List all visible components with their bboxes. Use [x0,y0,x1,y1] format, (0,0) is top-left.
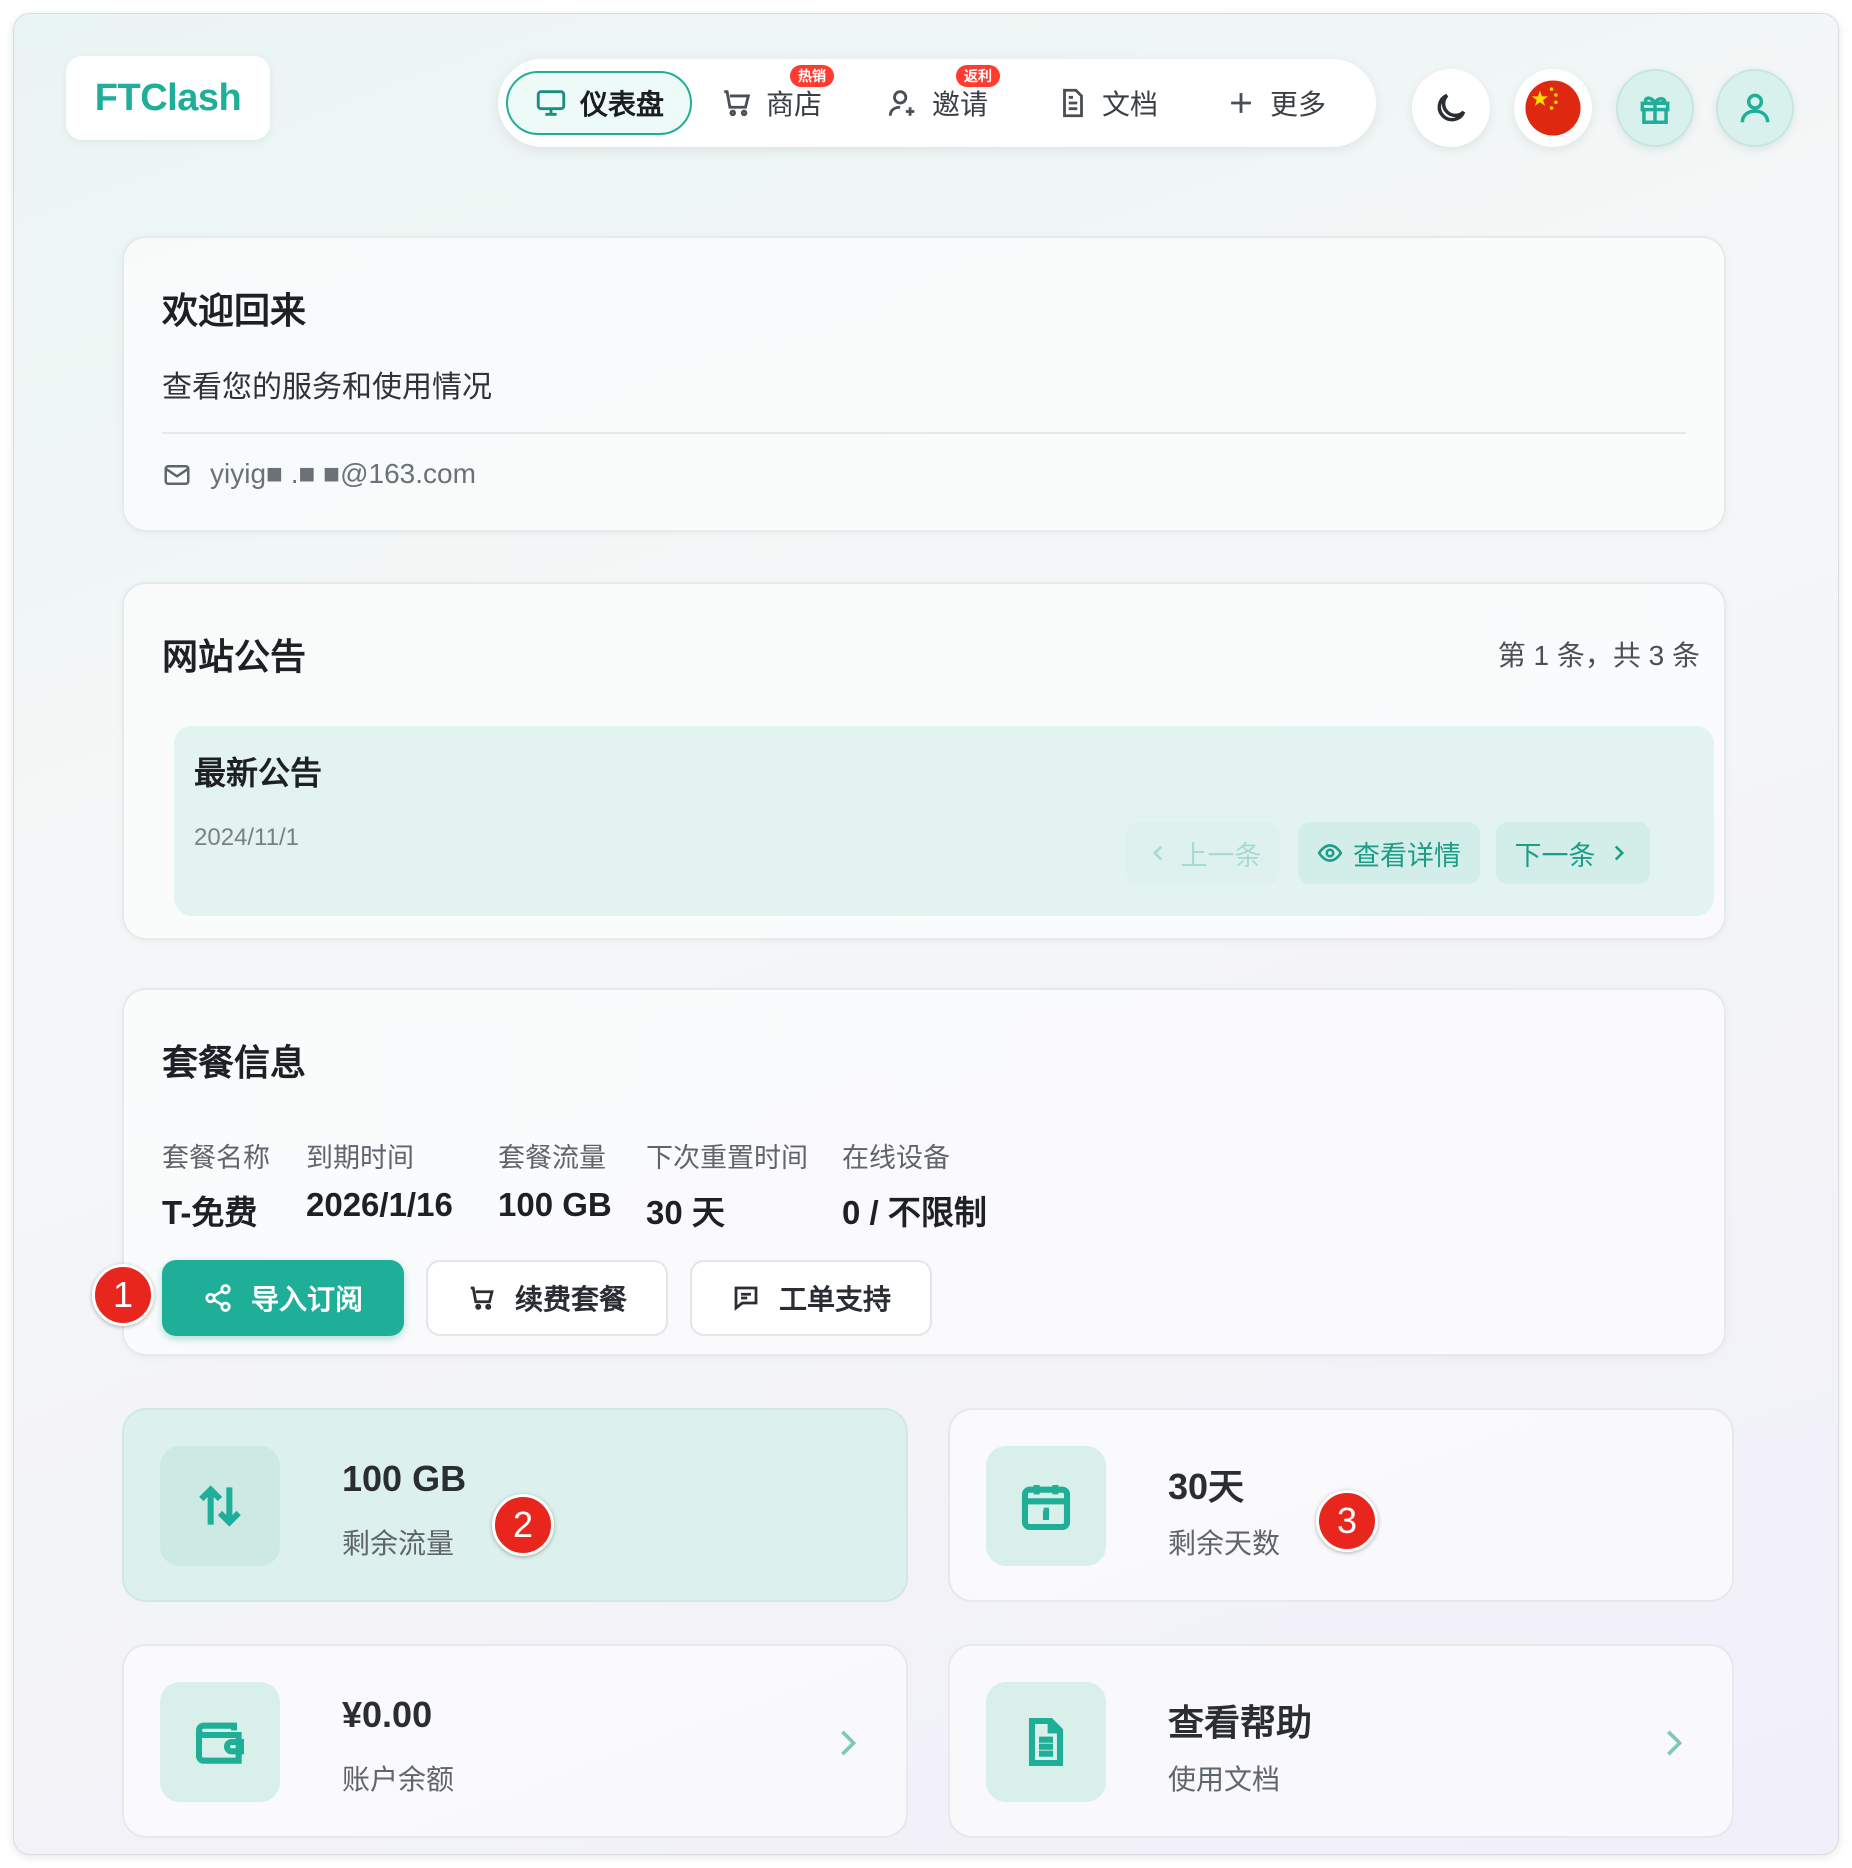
devices-value: 0 / 不限制 [842,1194,987,1231]
days-stat-value: 30天 [1168,1466,1245,1507]
renew-plan-button[interactable]: 续费套餐 [426,1260,668,1336]
chevron-right-icon [1660,1726,1688,1760]
prev-announcement-button[interactable]: 上一条 [1126,822,1280,884]
china-flag-icon [1525,80,1581,136]
ticket-label: 工单支持 [778,1284,891,1315]
traffic-label: 套餐流量 [498,1143,606,1173]
nav-docs[interactable]: 文档 [1030,71,1184,135]
prev-label: 上一条 [1180,840,1262,871]
view-details-label: 查看详情 [1353,840,1461,871]
annotation-marker-3: 3 [1316,1490,1378,1552]
traffic-icon-box [160,1446,280,1566]
eye-icon [1317,844,1343,862]
annotation-marker-2: 2 [492,1494,554,1556]
user-icon [1740,93,1770,123]
gift-icon [1640,96,1670,124]
announcement-item-date: 2024/11/1 [194,824,299,851]
announcement-title: 网站公告 [162,636,307,677]
traffic-stat-label: 剩余流量 [342,1528,455,1559]
theme-toggle-button[interactable] [1412,69,1490,147]
nav-invite-label: 邀请 [932,89,989,120]
plan-name-value: T-免费 [162,1194,258,1231]
nav-shop[interactable]: 商店 热销 [694,65,848,135]
balance-icon-box [160,1682,280,1802]
next-announcement-button[interactable]: 下一条 [1496,822,1650,884]
help-stat-card[interactable]: 查看帮助 使用文档 [948,1644,1734,1838]
nav-invite[interactable]: 邀请 返利 [860,65,1014,135]
announcement-item[interactable] [174,726,1714,916]
help-stat-value: 查看帮助 [1168,1702,1313,1743]
welcome-subtitle: 查看您的服务和使用情况 [162,371,492,404]
balance-stat-card[interactable]: ¥0.00 账户余额 [122,1644,908,1838]
import-label: 导入订阅 [250,1284,363,1315]
nav-dashboard-label: 仪表盘 [580,89,665,120]
view-details-button[interactable]: 查看详情 [1298,822,1480,884]
calendar-icon [1021,1485,1071,1531]
cart-icon [470,1286,494,1310]
welcome-title: 欢迎回来 [162,290,307,331]
help-icon-box [986,1682,1106,1802]
mail-icon [164,465,190,485]
brand-logo[interactable]: FTClash [66,56,270,140]
help-stat-label: 使用文档 [1168,1764,1281,1795]
app-window: FTClash 仪表盘 商店 热销 邀请 返利 文档 更多 欢迎回来 查看您的服… [14,14,1838,1854]
plan-name-label: 套餐名称 [162,1143,270,1173]
expiry-label: 到期时间 [306,1143,414,1173]
nav-dashboard[interactable]: 仪表盘 [506,71,693,135]
language-button[interactable] [1514,69,1592,147]
cart-icon [724,90,751,117]
ticket-support-button[interactable]: 工单支持 [690,1260,932,1336]
announcement-counter: 第 1 条，共 3 条 [1497,640,1700,671]
nav-more[interactable]: 更多 [1198,71,1352,135]
user-menu-button[interactable] [1716,69,1794,147]
transfer-arrows-icon [199,1485,241,1527]
plan-title: 套餐信息 [162,1042,307,1083]
user-plus-icon [888,90,915,116]
balance-stat-value: ¥0.00 [342,1694,433,1735]
next-label: 下一条 [1514,840,1596,871]
nav-docs-label: 文档 [1102,89,1159,120]
document-icon [1063,88,1083,118]
annotation-marker-1: 1 [92,1264,154,1326]
share-icon [205,1284,231,1312]
devices-label: 在线设备 [842,1143,950,1173]
monitor-icon [536,90,566,116]
document-icon [1028,1717,1064,1767]
chevron-right-icon [1614,845,1624,861]
message-icon [734,1286,758,1311]
gift-button[interactable] [1616,69,1694,147]
reset-label: 下次重置时间 [646,1143,808,1173]
top-nav: 仪表盘 商店 热销 邀请 返利 文档 更多 [498,59,1376,147]
balance-stat-label: 账户余额 [342,1764,455,1795]
import-subscription-button[interactable]: 导入订阅 [162,1260,404,1336]
brand-name: FTClash [94,76,242,119]
expiry-value: 2026/1/16 [306,1186,453,1223]
welcome-divider [162,432,1686,434]
wallet-icon [195,1722,245,1764]
chevron-left-icon [1152,845,1162,861]
days-icon-box [986,1446,1106,1566]
traffic-stat-value: 100 GB [342,1458,467,1499]
reset-value: 30 天 [646,1194,725,1231]
hot-badge: 热销 [790,65,834,87]
nav-shop-label: 商店 [766,89,823,120]
renew-label: 续费套餐 [514,1284,627,1315]
nav-more-label: 更多 [1270,89,1327,120]
plus-icon [1231,93,1251,113]
rebate-badge: 返利 [956,65,1000,87]
user-email: yiyig■ .■ ■@163.com [210,458,476,489]
chevron-right-icon [834,1726,862,1760]
moon-icon [1437,93,1466,122]
days-stat-label: 剩余天数 [1168,1528,1281,1559]
traffic-value: 100 GB [498,1186,612,1223]
announcement-item-title: 最新公告 [194,755,323,791]
